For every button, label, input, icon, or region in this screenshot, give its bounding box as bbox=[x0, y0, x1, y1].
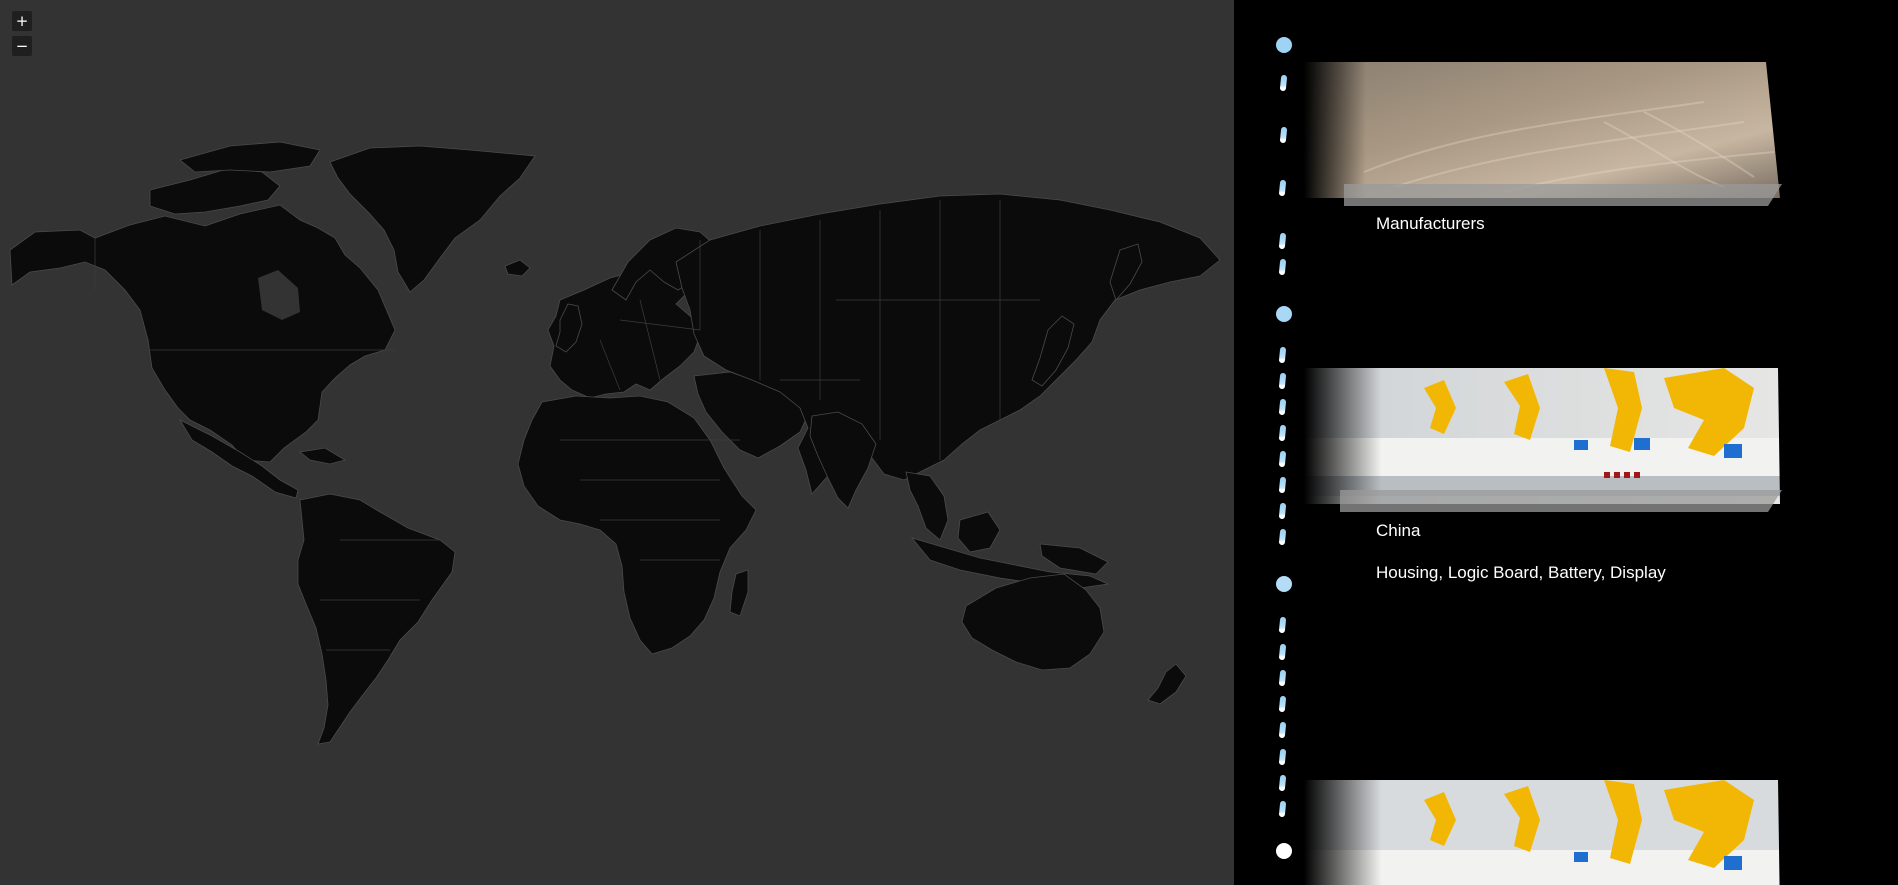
zoom-out-button[interactable]: − bbox=[12, 36, 32, 56]
timeline-dot-2[interactable] bbox=[1276, 306, 1292, 322]
iceland-landmass bbox=[504, 259, 531, 277]
arctic-islands bbox=[149, 167, 281, 215]
south-america-landmass bbox=[297, 493, 456, 745]
caribbean-islands bbox=[299, 447, 347, 465]
timeline-dashes bbox=[1279, 75, 1287, 817]
story-panel[interactable]: Manufacturers China Housing, Logic Board… bbox=[1234, 0, 1898, 885]
north-america-landmass bbox=[9, 204, 396, 463]
zoom-in-button[interactable]: + bbox=[12, 11, 32, 31]
timeline-dot-1[interactable] bbox=[1276, 37, 1292, 53]
timeline-dot-end[interactable] bbox=[1276, 843, 1292, 859]
new-guinea-landmass bbox=[1039, 543, 1109, 575]
card-image-mine bbox=[1304, 62, 1820, 208]
world-map[interactable] bbox=[0, 0, 1234, 885]
card-image-assembly bbox=[1304, 368, 1820, 514]
new-zealand-landmass bbox=[1147, 663, 1187, 705]
southeast-asia-landmass bbox=[905, 471, 949, 541]
card-title-manufacturers: Manufacturers bbox=[1376, 214, 1485, 233]
borneo-landmass bbox=[957, 511, 1001, 553]
africa-landmass bbox=[517, 395, 757, 655]
card-details-components: Housing, Logic Board, Battery, Display bbox=[1376, 563, 1666, 582]
timeline-dot-3[interactable] bbox=[1276, 576, 1292, 592]
card-title-china: China bbox=[1376, 521, 1421, 540]
australia-landmass bbox=[961, 573, 1105, 671]
madagascar-landmass bbox=[729, 569, 749, 617]
arctic-islands-north bbox=[179, 141, 321, 173]
card-image-assembly-2 bbox=[1304, 780, 1820, 885]
world-map-panel[interactable]: + − bbox=[0, 0, 1234, 885]
